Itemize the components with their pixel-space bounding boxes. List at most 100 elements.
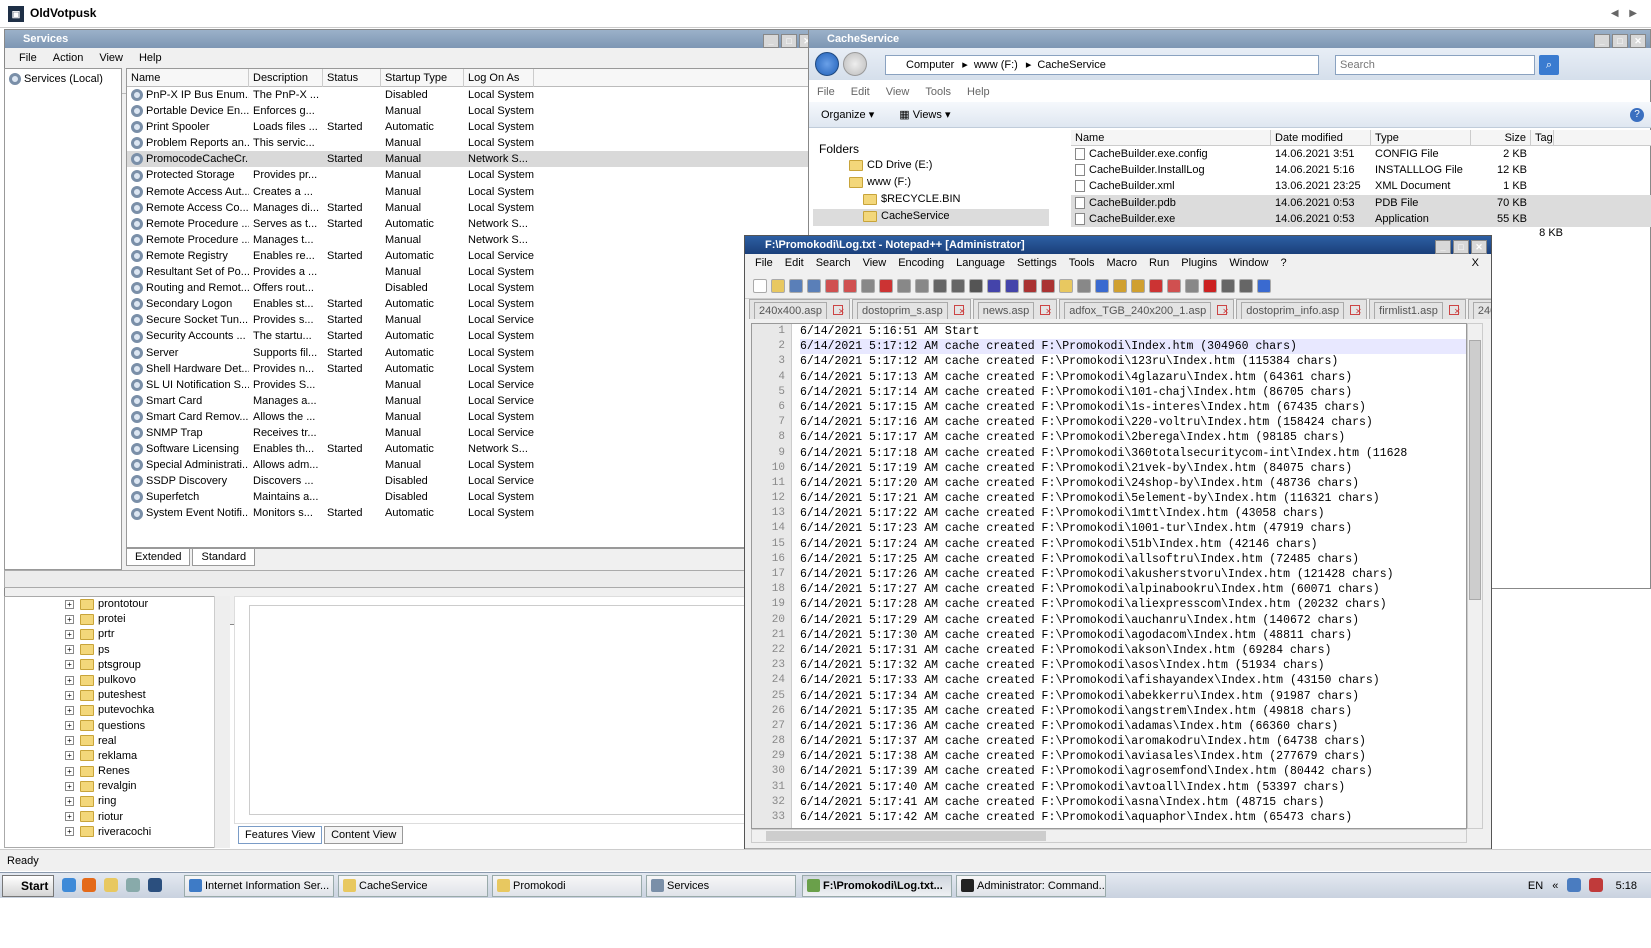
breadcrumb-item[interactable]: www (F:) [974,59,1018,71]
expand-icon[interactable]: + [65,721,74,731]
language-indicator[interactable]: EN [1528,880,1543,892]
service-row[interactable]: Remote Registry Enables re... Started Autom… [127,248,809,264]
expand-icon[interactable]: + [65,827,74,837]
taskbar-task[interactable]: Promokodi [492,875,642,897]
ie-icon[interactable] [62,878,76,892]
column-header-description[interactable]: Description [249,69,323,87]
tree-folder-item[interactable]: + ps [65,643,229,658]
service-row[interactable]: Portable Device En... Enforces g... Manual… [127,103,809,119]
file-row[interactable]: CacheBuilder.exe 14.06.2021 0:53 Applicati… [1071,210,1651,227]
replace-icon[interactable] [987,279,1001,294]
service-row[interactable]: Superfetch Maintains a... Disabled Local Sy… [127,489,809,505]
wrap-icon[interactable] [1059,279,1073,294]
tool-icon[interactable] [126,878,140,892]
record-macro-icon[interactable] [1203,279,1217,294]
start-button[interactable]: Start [2,875,54,897]
editor-area[interactable]: 1 2 3 4 5 6 7 8 9 10 11 12 13 14 15 16 17 18 19 20 21 22 23 24 2… [751,323,1467,829]
service-row[interactable]: Problem Reports an... This servic... Manua… [127,135,809,151]
close-tab-icon[interactable]: ✕ [1448,305,1461,316]
tree-folder-item[interactable]: + riotur [65,810,229,825]
editor-text[interactable]: 6/14/2021 5:16:51 AM Start 6/14/2021 5:17… [800,324,1466,825]
service-row[interactable]: PnP-X IP Bus Enum... The PnP-X ... Disable… [127,87,809,103]
folder-as-workspace-icon[interactable] [1167,279,1181,294]
menu-item-plugins[interactable]: Plugins [1181,257,1217,269]
service-row[interactable]: Remote Access Aut... Creates a ... Manual L… [127,184,809,200]
folder-tree-item[interactable]: $RECYCLE.BIN [813,192,1049,209]
play-macro-icon[interactable] [1239,279,1253,294]
iis-tree-scrollbar[interactable] [214,596,230,848]
close-icon[interactable] [825,279,839,294]
file-row[interactable]: CacheBuilder.InstallLog 14.06.2021 5:16 IN… [1071,162,1651,178]
document-tab[interactable]: firmlist1.asp ✕ [1369,299,1466,319]
document-tab[interactable]: news.asp ✕ [972,299,1058,319]
menu-item-run[interactable]: Run [1149,257,1169,269]
firefox-icon[interactable] [82,878,96,892]
explorer-icon[interactable] [104,878,118,892]
breadcrumb-item[interactable]: CacheService [1037,59,1105,71]
service-row[interactable]: Software Licensing Enables th... Started Au… [127,441,809,457]
sync-icon[interactable] [1041,279,1055,294]
udl-icon[interactable] [1113,279,1127,294]
tab-extended[interactable]: Extended [126,549,191,566]
menu-item-edit[interactable]: Edit [785,257,804,269]
tab-content-view[interactable]: Content View [324,826,404,844]
expand-icon[interactable]: + [65,645,74,655]
tray-expand-icon[interactable]: « [1552,880,1558,892]
monitor-icon[interactable] [1185,279,1199,294]
editor-horizontal-scrollbar[interactable] [751,829,1467,843]
indent-guide-icon[interactable] [1095,279,1109,294]
maximize-button[interactable]: □ [781,34,797,48]
service-row[interactable]: Special Administrati... Allows adm... Manu… [127,457,809,473]
service-row[interactable]: Smart Card Remov... Allows the ... Manual L… [127,409,809,425]
close-button[interactable]: ✕ [1630,34,1646,48]
copy-icon[interactable] [897,279,911,294]
editor-vertical-scrollbar[interactable] [1467,323,1483,829]
paste-icon[interactable] [915,279,929,294]
menu-item-tools[interactable]: Tools [925,86,951,98]
close-tab-icon[interactable]: ✕ [1217,305,1229,316]
expand-icon[interactable]: + [65,812,74,822]
menu-item-file[interactable]: File [19,52,37,64]
volume-icon[interactable] [1588,878,1603,892]
service-row[interactable]: SNMP Trap Receives tr... Manual Local Servi… [127,425,809,441]
print-icon[interactable] [861,279,875,294]
service-row[interactable]: Security Accounts ... The startu... Starte… [127,328,809,344]
breadcrumb-item[interactable]: Computer [906,59,954,71]
tree-folder-item[interactable]: + prtr [65,627,229,642]
address-breadcrumb[interactable]: Computer ▸ www (F:) ▸ CacheService [885,55,1319,75]
expand-icon[interactable]: + [65,690,74,700]
service-row[interactable]: Protected Storage Provides pr... Manual Loc… [127,167,809,183]
tree-folder-item[interactable]: + putevochka [65,703,229,718]
chevron-right-icon[interactable]: ▸ [962,59,968,71]
menu-item-help[interactable]: ? [1280,257,1286,269]
new-icon[interactable] [753,279,767,294]
close-document-button[interactable]: X [1472,254,1479,273]
column-header-startup-type[interactable]: Startup Type [381,69,464,87]
zoom-out-icon[interactable] [1023,279,1037,294]
desktop-icon[interactable] [148,878,162,892]
close-tab-icon[interactable]: ✕ [1350,305,1362,316]
chevron-right-icon[interactable]: ▸ [1026,59,1032,71]
menu-item-view[interactable]: View [863,257,887,269]
clock[interactable]: 5:18 [1616,880,1637,892]
views-button[interactable]: ▦ Views ▾ [899,109,950,121]
menu-item-tools[interactable]: Tools [1069,257,1095,269]
folder-tree-item[interactable]: www (F:) [813,175,1049,192]
taskbar-task[interactable]: Services [646,875,796,897]
organize-button[interactable]: Organize ▾ [821,109,874,121]
file-row[interactable]: CacheBuilder.pdb 14.06.2021 0:53 PDB File 7… [1071,194,1651,211]
find-icon[interactable] [969,279,983,294]
menu-item-edit[interactable]: Edit [851,86,870,98]
service-row[interactable]: Print Spooler Loads files ... Started Autom… [127,119,809,135]
service-row[interactable]: SSDP Discovery Discovers ... Disabled Local… [127,473,809,489]
tab-standard[interactable]: Standard [192,549,256,566]
column-header-log-on-as[interactable]: Log On As [464,69,534,87]
folder-tree-item[interactable]: CacheService [813,209,1049,226]
search-input[interactable]: Search [1335,55,1535,75]
service-row[interactable]: System Event Notifi... Monitors s... Start… [127,505,809,521]
minimize-button[interactable]: _ [1594,34,1610,48]
tree-folder-item[interactable]: + reklama [65,749,229,764]
menu-item-help[interactable]: Help [139,52,162,64]
column-header-name[interactable]: Name [1071,130,1271,146]
cut-icon[interactable] [879,279,893,294]
